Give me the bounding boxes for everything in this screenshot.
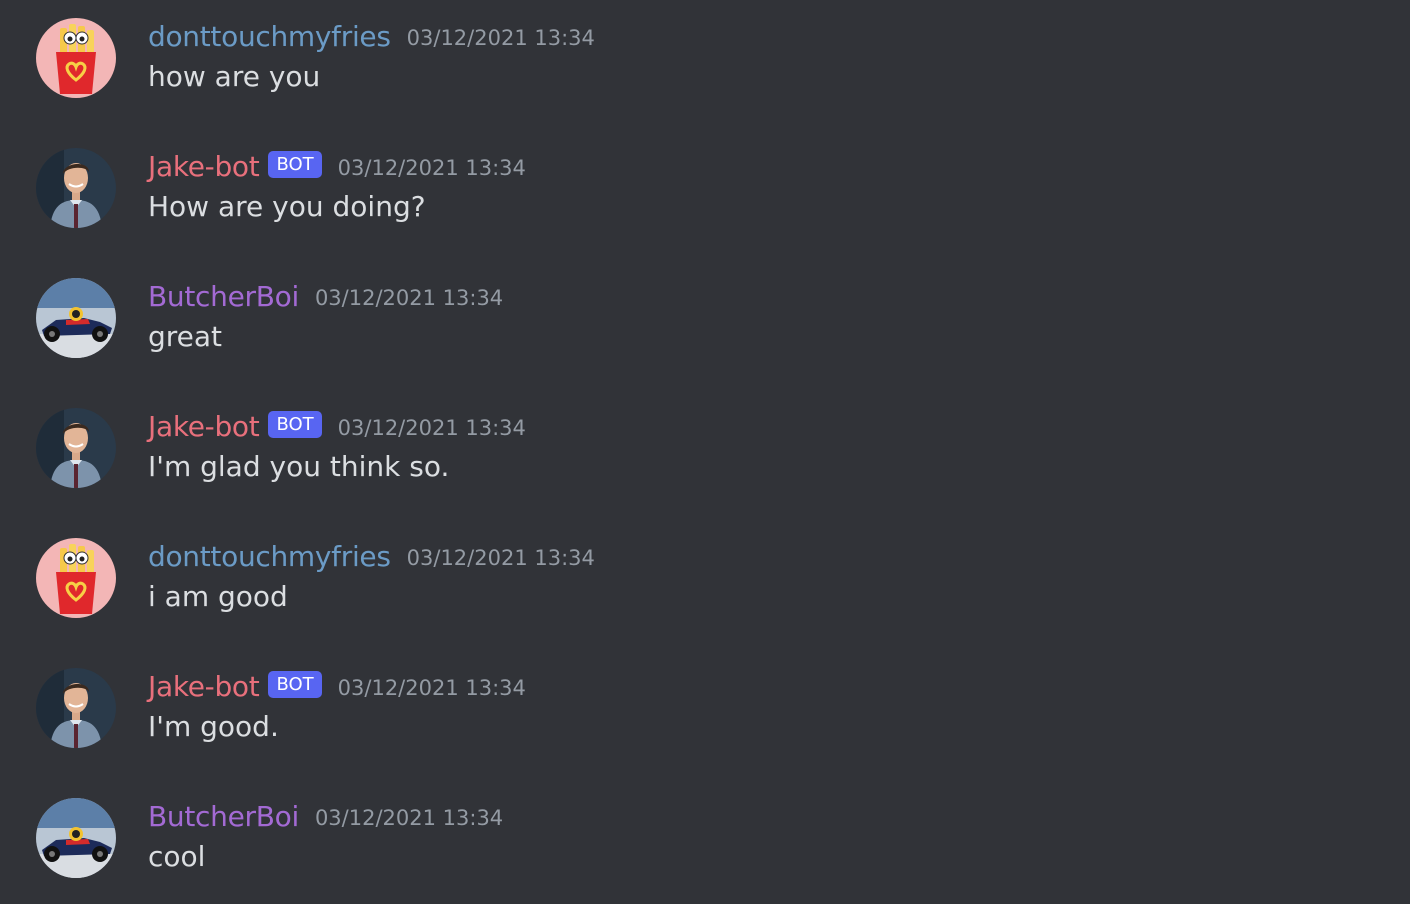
fries-icon[interactable] <box>36 18 116 98</box>
timestamp: 03/12/2021 13:34 <box>314 286 504 310</box>
message-item: Jake-bot BOT 03/12/2021 13:34 How are yo… <box>0 130 1410 240</box>
username[interactable]: Jake-bot <box>148 150 260 183</box>
message-item: donttouchmyfries 03/12/2021 13:34 i am g… <box>0 520 1410 630</box>
message-item: ButcherBoi 03/12/2021 13:34 cool <box>0 780 1410 890</box>
username[interactable]: donttouchmyfries <box>148 20 391 53</box>
username[interactable]: Jake-bot <box>148 670 260 703</box>
timestamp: 03/12/2021 13:34 <box>314 806 504 830</box>
message-text: How are you doing? <box>148 190 426 223</box>
timestamp: 03/12/2021 13:34 <box>406 546 595 570</box>
race-car-icon[interactable] <box>36 278 116 358</box>
message-header: ButcherBoi 03/12/2021 13:34 <box>148 276 503 316</box>
timestamp: 03/12/2021 13:34 <box>337 416 526 440</box>
bot-badge: BOT <box>268 410 322 438</box>
message-text: how are you <box>148 60 321 93</box>
timestamp: 03/12/2021 13:34 <box>406 26 595 50</box>
message-list: donttouchmyfries 03/12/2021 13:34 how ar… <box>0 0 1410 904</box>
message-header: Jake-bot BOT 03/12/2021 13:34 <box>148 146 526 186</box>
bot-badge: BOT <box>268 670 322 698</box>
person-photo-icon[interactable] <box>36 148 116 228</box>
message-item: Jake-bot BOT 03/12/2021 13:34 I'm glad y… <box>0 390 1410 500</box>
message-header: ButcherBoi 03/12/2021 13:34 <box>148 796 503 836</box>
timestamp: 03/12/2021 13:34 <box>337 676 526 700</box>
timestamp: 03/12/2021 13:34 <box>337 156 526 180</box>
message-item: donttouchmyfries 03/12/2021 13:34 how ar… <box>0 0 1410 110</box>
message-header: donttouchmyfries 03/12/2021 13:34 <box>148 16 595 56</box>
person-photo-icon[interactable] <box>36 668 116 748</box>
bot-badge: BOT <box>268 150 322 178</box>
message-item: Jake-bot BOT 03/12/2021 13:34 I'm good. <box>0 650 1410 760</box>
username[interactable]: Jake-bot <box>148 410 260 443</box>
message-text: great <box>148 320 223 353</box>
username[interactable]: ButcherBoi <box>148 280 299 313</box>
message-header: donttouchmyfries 03/12/2021 13:34 <box>148 536 595 576</box>
fries-icon[interactable] <box>36 538 116 618</box>
message-item: ButcherBoi 03/12/2021 13:34 great <box>0 260 1410 370</box>
person-photo-icon[interactable] <box>36 408 116 488</box>
message-text: I'm glad you think so. <box>148 450 450 483</box>
message-header: Jake-bot BOT 03/12/2021 13:34 <box>148 406 526 446</box>
race-car-icon[interactable] <box>36 798 116 878</box>
message-header: Jake-bot BOT 03/12/2021 13:34 <box>148 666 526 706</box>
username[interactable]: ButcherBoi <box>148 800 299 833</box>
username[interactable]: donttouchmyfries <box>148 540 391 573</box>
message-text: I'm good. <box>148 710 279 743</box>
message-text: i am good <box>148 580 288 613</box>
message-text: cool <box>148 840 206 873</box>
